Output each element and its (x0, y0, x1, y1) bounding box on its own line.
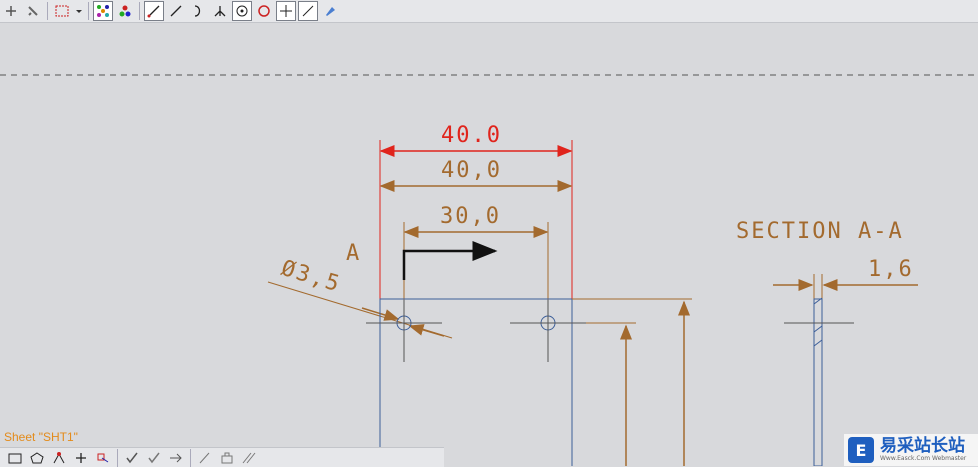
polygon-icon[interactable] (28, 450, 46, 466)
watermark-logo: E (848, 437, 874, 463)
curve-icon[interactable] (189, 3, 207, 19)
view-icon[interactable] (2, 3, 20, 19)
toolbar-separator (117, 448, 118, 467)
section-view[interactable]: SECTION A-A 1,6 (736, 219, 918, 466)
pin-icon[interactable] (321, 3, 339, 19)
dimension-label: 40.0 (441, 123, 502, 148)
check-icon[interactable] (123, 450, 141, 466)
select-box-icon[interactable] (53, 3, 71, 19)
watermark-subtext: Www.Easck.Com Webmaster (880, 455, 967, 462)
dimension-middle[interactable]: 30,0 (403, 204, 549, 322)
rectangle-icon[interactable] (6, 450, 24, 466)
line-icon[interactable] (144, 1, 164, 21)
dropdown-icon[interactable] (75, 3, 83, 19)
toolbar-separator (139, 2, 140, 20)
dimension-label: 40,0 (441, 158, 502, 183)
dimension-label: 30,0 (440, 204, 501, 229)
bottom-toolbar (0, 447, 444, 467)
drawing-canvas[interactable]: 40.0 40,0 30,0 A Ø3,5 SECTION A-A 1,6 (0, 22, 978, 466)
toolbar-separator (190, 448, 191, 467)
double-slash-icon[interactable] (240, 450, 258, 466)
vertex-icon[interactable] (50, 450, 68, 466)
thickness-label: 1,6 (868, 257, 914, 282)
slanted-line-icon[interactable] (167, 3, 185, 19)
circle-center-icon[interactable] (232, 1, 252, 21)
slash-icon[interactable] (196, 450, 214, 466)
diameter-label: Ø3,5 (278, 256, 344, 298)
watermark: E 易采站长站 Www.Easck.Com Webmaster (844, 434, 978, 466)
hole-right[interactable] (510, 300, 586, 362)
angle-line-icon[interactable] (298, 1, 318, 21)
dimension-top[interactable]: 40,0 (379, 158, 573, 192)
move-icon[interactable] (94, 450, 112, 466)
branch-icon[interactable] (211, 3, 229, 19)
watermark-text: 易采站长站 (880, 436, 965, 456)
top-toolbar (0, 0, 978, 23)
cross-icon[interactable] (276, 1, 296, 21)
plus-icon[interactable] (72, 450, 90, 466)
section-title: SECTION A-A (736, 219, 904, 244)
toolbar-separator (88, 2, 89, 20)
vertical-dimension-hole[interactable] (586, 322, 636, 466)
arrow-icon[interactable] (167, 450, 185, 466)
part-outline[interactable] (379, 298, 692, 466)
section-letter: A (346, 241, 361, 266)
pan-icon[interactable] (24, 3, 42, 19)
diameter-dimension[interactable]: Ø3,5 (267, 256, 453, 339)
snap-points-icon[interactable] (116, 3, 134, 19)
stamp-icon[interactable] (218, 450, 236, 466)
section-arrow[interactable]: A (346, 241, 498, 280)
snap-grid-icon[interactable] (93, 1, 113, 21)
check-alt-icon[interactable] (145, 450, 163, 466)
circle-icon[interactable] (255, 3, 273, 19)
sheet-label: Sheet "SHT1" (4, 430, 78, 444)
toolbar-separator (47, 2, 48, 20)
